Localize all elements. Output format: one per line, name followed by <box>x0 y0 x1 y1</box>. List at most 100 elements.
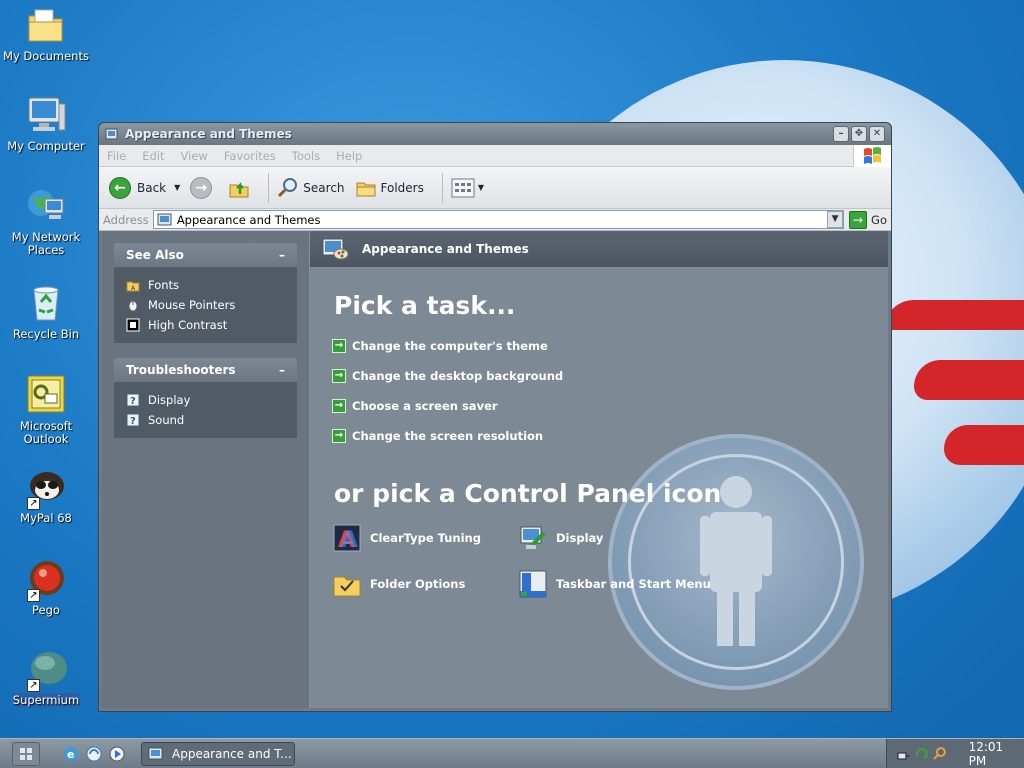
collapse-icon[interactable]: – <box>279 363 285 377</box>
see-also-mouse-pointers[interactable]: Mouse Pointers <box>126 295 285 315</box>
desktop-icon-supermium[interactable]: ↗ Supermium <box>1 648 91 707</box>
quick-launch: e <box>62 745 131 763</box>
see-also-panel: See Also – A Fonts Mouse Pointers High C… <box>114 243 297 343</box>
main-pane: Appearance and Themes Pick a task... → C… <box>310 231 888 708</box>
taskbar-button-appearance-themes[interactable]: Appearance and T... <box>141 741 295 766</box>
menu-edit[interactable]: Edit <box>142 149 164 163</box>
task-change-screen-resolution[interactable]: → Change the screen resolution <box>332 429 543 443</box>
desktop-icon-pego[interactable]: ↗ Pego <box>1 558 91 617</box>
collapse-icon[interactable]: – <box>279 248 285 262</box>
taskbar-icon <box>519 570 547 598</box>
desktop-icon-microsoft-outlook[interactable]: Microsoft Outlook <box>1 374 91 446</box>
go-arrow-icon: → <box>849 210 868 229</box>
menu-favorites[interactable]: Favorites <box>224 149 276 163</box>
views-icon <box>451 178 475 197</box>
back-dropdown-icon[interactable]: ▼ <box>174 183 180 192</box>
desktop-icon-mypal[interactable]: ↗ MyPal 68 <box>1 466 91 525</box>
see-also-high-contrast[interactable]: High Contrast <box>126 315 285 335</box>
address-input[interactable]: Appearance and Themes <box>152 210 845 229</box>
update-tray-icon[interactable] <box>915 747 929 761</box>
desktop-icon-label: My Documents <box>3 49 89 63</box>
search-label: Search <box>303 180 345 195</box>
supermium-icon: ↗ <box>25 648 67 692</box>
see-also-header[interactable]: See Also – <box>114 243 297 267</box>
control-panel-icon <box>148 747 163 759</box>
troubleshooter-sound[interactable]: ? Sound <box>126 410 285 430</box>
search-tray-icon[interactable] <box>933 746 947 761</box>
desktop-icon-recycle-bin[interactable]: Recycle Bin <box>1 282 91 341</box>
folders-label: Folders <box>380 180 424 195</box>
go-button[interactable]: → Go <box>849 210 887 229</box>
task-arrow-icon: → <box>332 429 346 443</box>
task-change-theme[interactable]: → Change the computer's theme <box>332 339 548 353</box>
wallpaper-stripe <box>884 300 1024 330</box>
desktop-icon-label: MyPal 68 <box>20 511 72 525</box>
task-arrow-icon: → <box>332 339 346 353</box>
see-also-label: Mouse Pointers <box>148 298 236 312</box>
shortcut-arrow-icon: ↗ <box>27 497 40 510</box>
desktop-icon-my-documents[interactable]: My Documents <box>1 4 91 63</box>
up-button[interactable] <box>228 177 250 199</box>
folders-button[interactable]: Folders <box>355 177 424 199</box>
desktop-icon-label: Pego <box>32 603 60 617</box>
high-contrast-icon <box>126 318 140 332</box>
desktop-icon-label: My Computer <box>7 139 85 153</box>
desktop-icon-label: Supermium <box>12 693 80 707</box>
folders-icon <box>356 182 376 196</box>
outlook-express-icon[interactable] <box>85 745 103 763</box>
computer-icon <box>25 94 67 136</box>
views-dropdown-icon: ▼ <box>477 183 485 192</box>
desktop-icon-my-computer[interactable]: My Computer <box>1 94 91 153</box>
menu-tools[interactable]: Tools <box>292 149 320 163</box>
back-button[interactable]: ← Back ▼ <box>109 176 180 199</box>
folder-icon <box>25 4 67 46</box>
control-panel-icon <box>157 213 172 225</box>
desktop-icon-label: Microsoft Outlook <box>19 419 73 446</box>
address-dropdown-icon[interactable]: ▼ <box>827 211 844 228</box>
troubleshooters-body: ? Display ? Sound <box>114 382 297 438</box>
see-also-label: High Contrast <box>148 318 228 332</box>
task-arrow-icon: → <box>332 399 346 413</box>
task-change-desktop-background[interactable]: → Change the desktop background <box>332 369 563 383</box>
cp-icon-label: ClearType Tuning <box>370 531 481 545</box>
search-button[interactable]: Search <box>277 177 345 199</box>
window-titlebar[interactable]: Appearance and Themes – ✥ ✕ <box>99 123 891 145</box>
see-also-title: See Also <box>126 248 184 262</box>
pego-icon: ↗ <box>25 558 67 602</box>
explorer-window: Appearance and Themes – ✥ ✕ File Edit Vi… <box>98 122 892 712</box>
svg-text:e: e <box>67 748 74 761</box>
cp-icon-taskbar-start-menu[interactable]: Taskbar and Start Menu <box>518 569 711 599</box>
folder-options-icon <box>333 576 361 597</box>
pick-task-heading: Pick a task... <box>334 291 516 320</box>
svg-text:A: A <box>341 528 358 553</box>
toolbar-separator <box>441 172 443 203</box>
go-label: Go <box>871 212 887 227</box>
main-header-title: Appearance and Themes <box>362 242 529 256</box>
close-button[interactable]: ✕ <box>869 126 885 142</box>
address-value: Appearance and Themes <box>176 212 321 227</box>
cp-icon-display[interactable]: Display <box>518 523 603 553</box>
network-tray-icon[interactable] <box>897 747 911 761</box>
troubleshooters-title: Troubleshooters <box>126 363 236 377</box>
cp-icon-cleartype-tuning[interactable]: AA ClearType Tuning <box>332 523 481 553</box>
menu-help[interactable]: Help <box>336 149 362 163</box>
start-button[interactable] <box>12 741 40 766</box>
forward-button[interactable]: → <box>190 176 218 199</box>
clock[interactable]: 12:01 PM <box>969 740 1024 768</box>
maximize-button[interactable]: ✥ <box>851 126 867 142</box>
media-player-icon[interactable] <box>108 745 126 763</box>
views-button[interactable]: ▼ <box>451 178 484 198</box>
cp-icon-folder-options[interactable]: Folder Options <box>332 569 465 599</box>
see-also-fonts[interactable]: A Fonts <box>126 275 285 295</box>
desktop-icon-my-network-places[interactable]: My Network Places <box>1 185 91 257</box>
control-panel-icon <box>105 128 118 140</box>
window-title: Appearance and Themes <box>125 127 292 141</box>
menu-view[interactable]: View <box>181 149 208 163</box>
minimize-button[interactable]: – <box>833 126 849 142</box>
internet-explorer-icon[interactable]: e <box>62 745 80 763</box>
menu-file[interactable]: File <box>107 149 126 163</box>
start-icon <box>20 747 32 760</box>
troubleshooters-header[interactable]: Troubleshooters – <box>114 358 297 382</box>
troubleshooter-display[interactable]: ? Display <box>126 390 285 410</box>
task-choose-screen-saver[interactable]: → Choose a screen saver <box>332 399 498 413</box>
